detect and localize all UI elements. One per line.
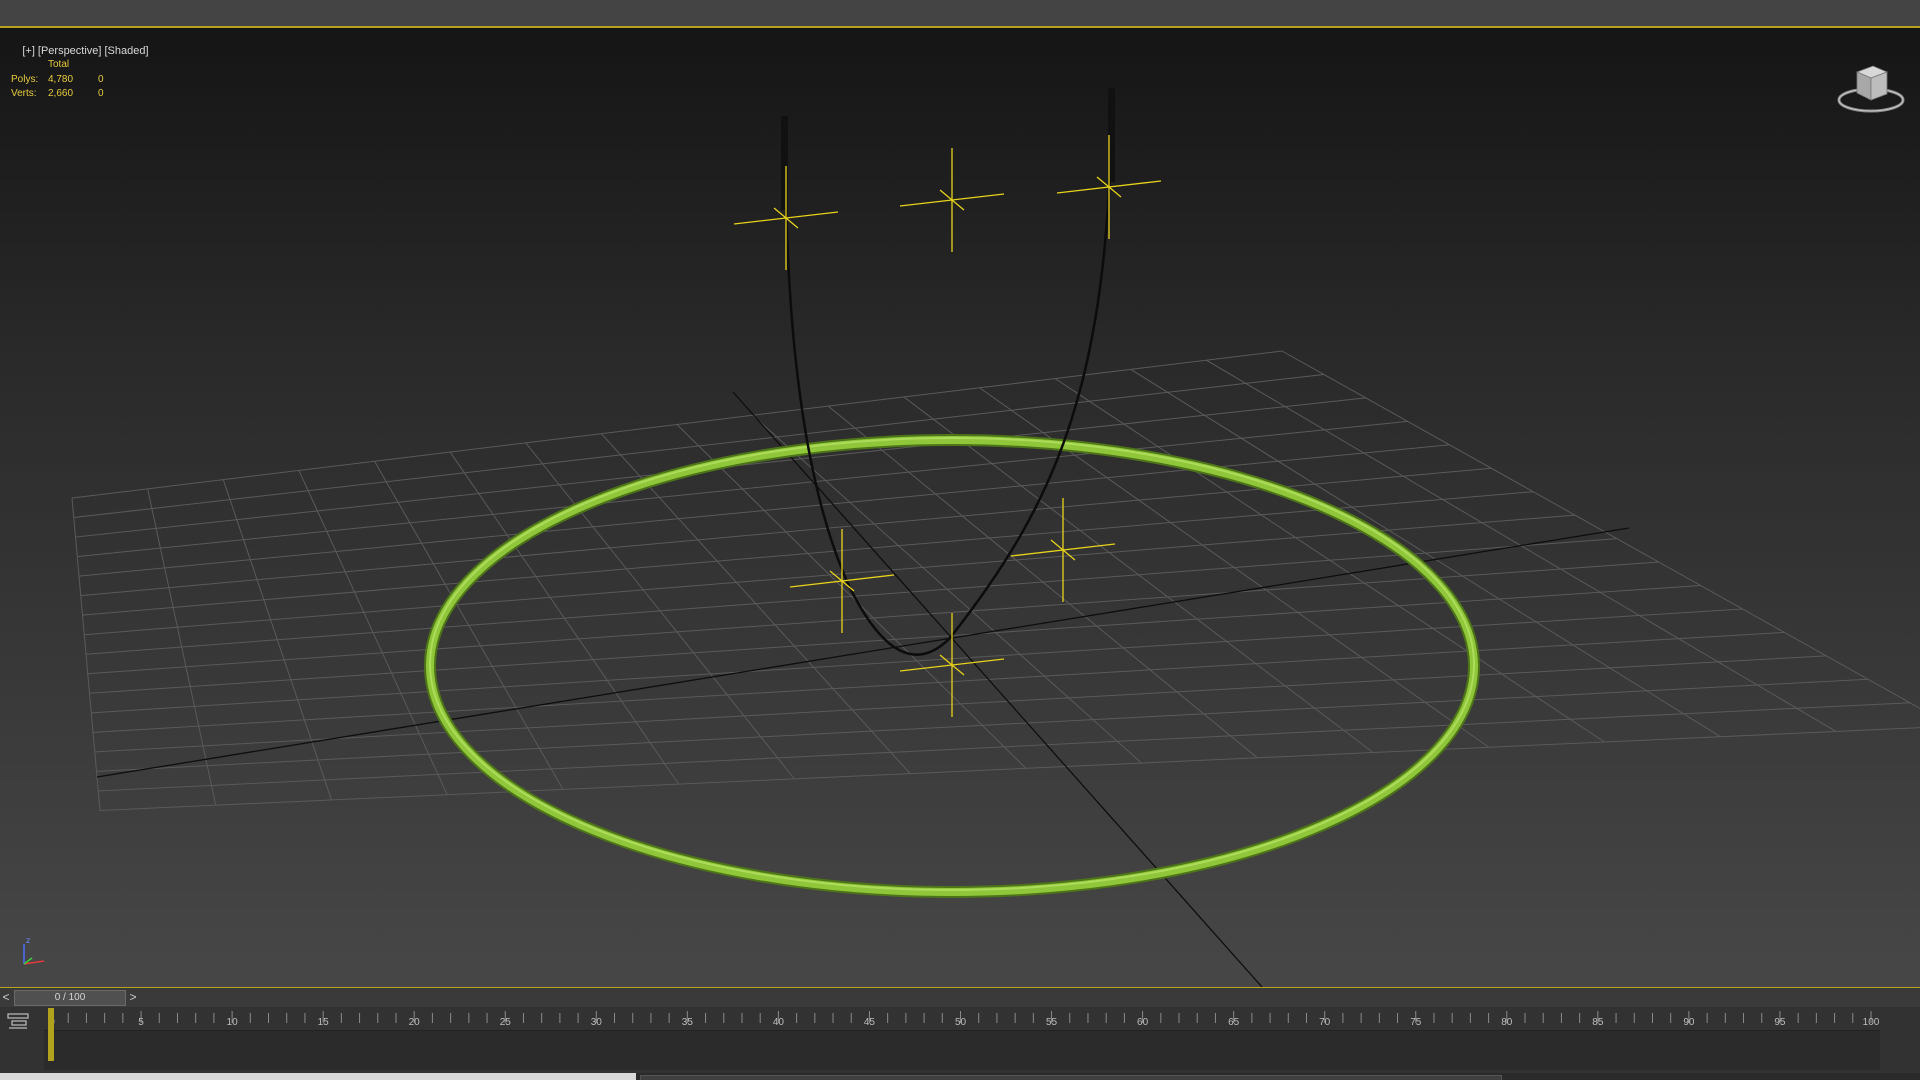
point-helper: [1056, 135, 1162, 239]
status-strip: [0, 1073, 1920, 1080]
ruler-label: 90: [1683, 1017, 1695, 1028]
grid-line: [73, 373, 1324, 519]
perspective-viewport[interactable]: [+] [Perspective] [Shaded] Total Polys: 4,…: [0, 28, 1920, 987]
grid-axis-x: [96, 527, 1630, 778]
track-view-icon[interactable]: [6, 1012, 30, 1032]
stats-verts-label: Verts:: [11, 88, 37, 99]
time-next-button[interactable]: >: [127, 990, 139, 1005]
time-slider-thumb[interactable]: 0 / 100: [14, 990, 126, 1006]
grid-line: [85, 538, 1617, 655]
ruler-label: 50: [955, 1017, 967, 1028]
point-helper: [733, 166, 839, 270]
key-track[interactable]: [44, 1030, 1880, 1070]
max-application: [+] [Perspective] [Shaded] Total Polys: 4,…: [0, 0, 1920, 1080]
stats-total-header: Total: [48, 59, 70, 70]
viewport-shading-menu[interactable]: [Shaded]: [104, 45, 148, 57]
stats-row-polys: Polys: 4,780 0: [11, 73, 118, 88]
time-slider-bar: < 0 / 100 >: [0, 987, 1920, 1008]
axis-tripod-icon: z: [23, 936, 45, 965]
grid-line: [87, 561, 1659, 675]
ruler-label: 30: [591, 1017, 603, 1028]
playhead-marker[interactable]: [48, 1008, 54, 1061]
frame-ruler[interactable]: 0510152025303540455055606570758085909510…: [46, 1007, 1881, 1029]
point-helper: [1010, 498, 1116, 602]
ruler-label: 60: [1137, 1017, 1149, 1028]
grid-line: [99, 727, 1920, 811]
stats-row-verts: Verts: 2,660 0: [11, 87, 118, 102]
ruler-label: 75: [1410, 1017, 1422, 1028]
scene-canvas[interactable]: [0, 28, 1920, 987]
ruler-label: 10: [227, 1017, 239, 1028]
prompt-line-field[interactable]: [640, 1075, 1502, 1080]
ruler-label: 65: [1228, 1017, 1240, 1028]
viewcube-icon[interactable]: [1835, 60, 1907, 116]
ruler-label: 5: [138, 1017, 144, 1028]
point-helpers[interactable]: [733, 135, 1162, 717]
ruler-label: 80: [1501, 1017, 1513, 1028]
grid-line: [91, 608, 1743, 714]
ruler-label: 55: [1046, 1017, 1058, 1028]
u-spline-shape[interactable]: [781, 88, 1115, 656]
ground-grid: [71, 350, 1920, 811]
point-helper: [899, 148, 1005, 252]
stats-verts-total: 2,660: [48, 88, 74, 99]
stats-polys-total: 4,780: [48, 73, 74, 85]
grid-line: [78, 444, 1450, 577]
viewport-view-menu[interactable]: [Perspective]: [38, 45, 102, 57]
time-prev-button[interactable]: <: [0, 990, 12, 1005]
ruler-label: 95: [1774, 1017, 1786, 1028]
point-helper: [899, 613, 1005, 717]
svg-text:z: z: [26, 936, 30, 945]
ruler-label: 15: [318, 1017, 330, 1028]
viewport-menu-plus[interactable]: [+]: [22, 45, 35, 57]
ruler-label: 100: [1863, 1017, 1880, 1028]
ruler-label: 35: [682, 1017, 694, 1028]
ruler-label: 20: [409, 1017, 421, 1028]
ruler-label: 40: [773, 1017, 785, 1028]
stats-polys-label: Polys:: [11, 73, 39, 85]
viewport-statistics: Total Polys: 4,780 0 Verts: 2,660 0: [11, 58, 118, 102]
maxscript-listener-field[interactable]: [0, 1073, 636, 1080]
ruler-label: 70: [1319, 1017, 1331, 1028]
ruler-label: 85: [1592, 1017, 1604, 1028]
stats-header-row: Total: [11, 58, 118, 73]
grid-line: [94, 655, 1827, 753]
track-bar[interactable]: 0510152025303540455055606570758085909510…: [0, 1007, 1920, 1080]
grid-line: [96, 678, 1869, 772]
ruler-label: 25: [500, 1017, 512, 1028]
ruler-label: 45: [864, 1017, 876, 1028]
stats-polys-selected: 0: [98, 73, 104, 85]
top-bar: [0, 0, 1920, 28]
stats-verts-selected: 0: [98, 88, 104, 99]
